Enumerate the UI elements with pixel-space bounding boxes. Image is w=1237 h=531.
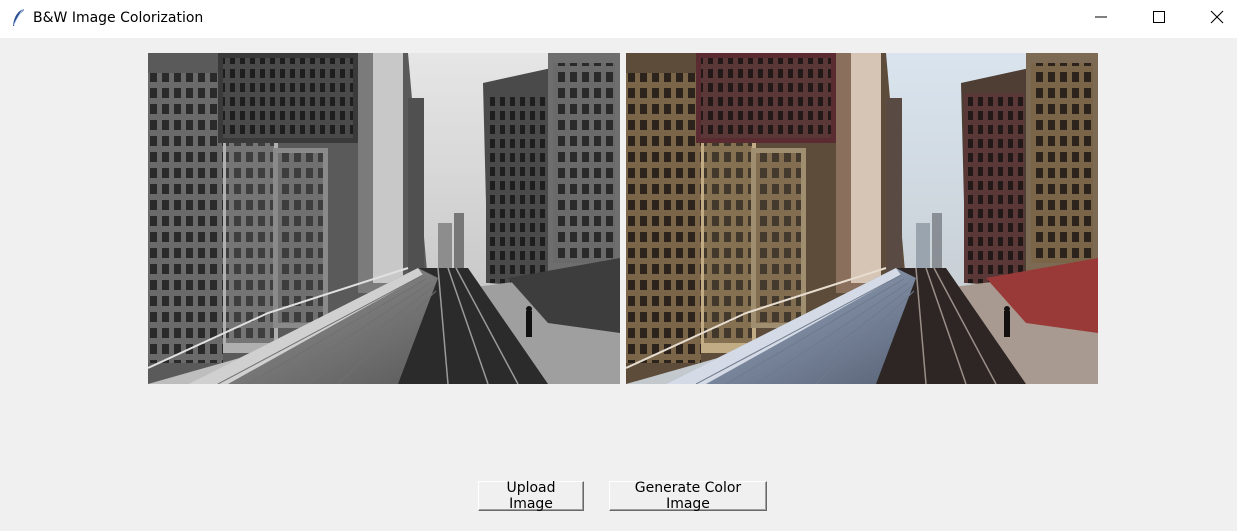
minimize-button[interactable]	[1078, 0, 1124, 38]
window-title: B&W Image Colorization	[33, 10, 204, 26]
close-icon	[1210, 10, 1224, 29]
maximize-button[interactable]	[1136, 0, 1182, 38]
title-bar: B&W Image Colorization	[0, 0, 1237, 38]
close-button[interactable]	[1194, 0, 1237, 38]
minimize-icon	[1095, 10, 1107, 28]
upload-image-button[interactable]: Upload Image	[478, 480, 584, 512]
maximize-icon	[1153, 10, 1165, 28]
grayscale-image	[148, 53, 620, 384]
feather-icon	[9, 8, 27, 28]
generate-color-image-button[interactable]: Generate Color Image	[609, 480, 767, 512]
colorized-image	[626, 53, 1098, 384]
